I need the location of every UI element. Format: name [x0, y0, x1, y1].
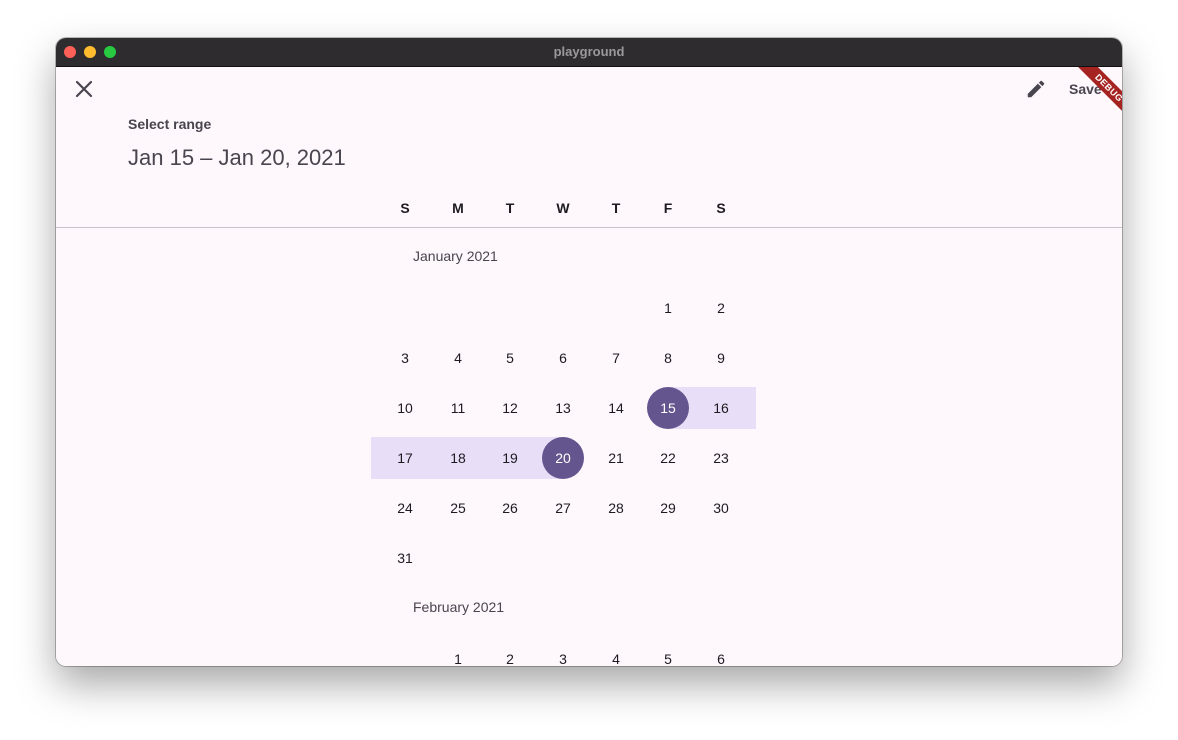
pencil-icon — [1027, 80, 1045, 98]
day-cell[interactable]: 5 — [489, 337, 531, 379]
month-label: February 2021 — [413, 599, 505, 615]
day-cell[interactable]: 24 — [384, 487, 426, 529]
day-cell[interactable]: 28 — [595, 487, 637, 529]
day-cell[interactable]: 9 — [700, 337, 742, 379]
day-cell[interactable]: 29 — [647, 487, 689, 529]
day-cell[interactable]: 4 — [437, 337, 479, 379]
day-cell[interactable]: 12 — [489, 387, 531, 429]
weekday-label: S — [716, 200, 726, 216]
day-cell[interactable]: 19 — [489, 437, 531, 479]
day-cell[interactable]: 8 — [647, 337, 689, 379]
day-cell[interactable]: 4 — [595, 638, 637, 666]
day-cell[interactable]: 14 — [595, 387, 637, 429]
day-cell[interactable]: 17 — [384, 437, 426, 479]
day-cell[interactable]: 30 — [700, 487, 742, 529]
day-cell[interactable]: 20 — [542, 437, 584, 479]
day-cell[interactable]: 22 — [647, 437, 689, 479]
divider — [56, 227, 1122, 228]
day-cell[interactable]: 7 — [595, 337, 637, 379]
day-cell[interactable]: 27 — [542, 487, 584, 529]
close-button[interactable] — [70, 75, 98, 103]
weekday-label: F — [663, 200, 673, 216]
weekday-label: T — [505, 200, 515, 216]
day-cell[interactable]: 26 — [489, 487, 531, 529]
day-cell[interactable]: 23 — [700, 437, 742, 479]
day-cell[interactable]: 16 — [700, 387, 742, 429]
day-cell[interactable]: 10 — [384, 387, 426, 429]
day-cell[interactable]: 3 — [542, 638, 584, 666]
day-cell[interactable]: 2 — [700, 287, 742, 329]
day-cell[interactable]: 3 — [384, 337, 426, 379]
day-cell[interactable]: 5 — [647, 638, 689, 666]
day-cell[interactable]: 11 — [437, 387, 479, 429]
day-cell[interactable]: 13 — [542, 387, 584, 429]
edit-input-mode-button[interactable] — [1022, 75, 1050, 103]
title-bar: playground — [56, 38, 1122, 67]
day-cell[interactable]: 2 — [489, 638, 531, 666]
day-cell[interactable]: 31 — [384, 537, 426, 579]
day-cell[interactable]: 21 — [595, 437, 637, 479]
day-cell[interactable]: 6 — [700, 638, 742, 666]
close-icon — [75, 80, 93, 98]
app-window: playground Save Select range Jan 15 – Ja… — [56, 38, 1122, 666]
weekday-label: T — [611, 200, 621, 216]
date-range-picker: Save Select range Jan 15 – Jan 20, 2021 … — [56, 67, 1122, 666]
day-cell[interactable]: 1 — [437, 638, 479, 666]
weekday-label: S — [400, 200, 410, 216]
day-cell[interactable]: 18 — [437, 437, 479, 479]
day-cell[interactable]: 1 — [647, 287, 689, 329]
day-cell[interactable]: 6 — [542, 337, 584, 379]
day-cell[interactable]: 25 — [437, 487, 479, 529]
window-title: playground — [553, 44, 625, 59]
weekday-label: M — [452, 200, 464, 216]
save-button[interactable]: Save — [1069, 81, 1102, 97]
weekday-label: W — [556, 200, 570, 216]
help-text: Select range — [128, 116, 212, 132]
month-label: January 2021 — [413, 248, 498, 264]
selected-range-text: Jan 15 – Jan 20, 2021 — [128, 145, 346, 170]
day-cell[interactable]: 15 — [647, 387, 689, 429]
